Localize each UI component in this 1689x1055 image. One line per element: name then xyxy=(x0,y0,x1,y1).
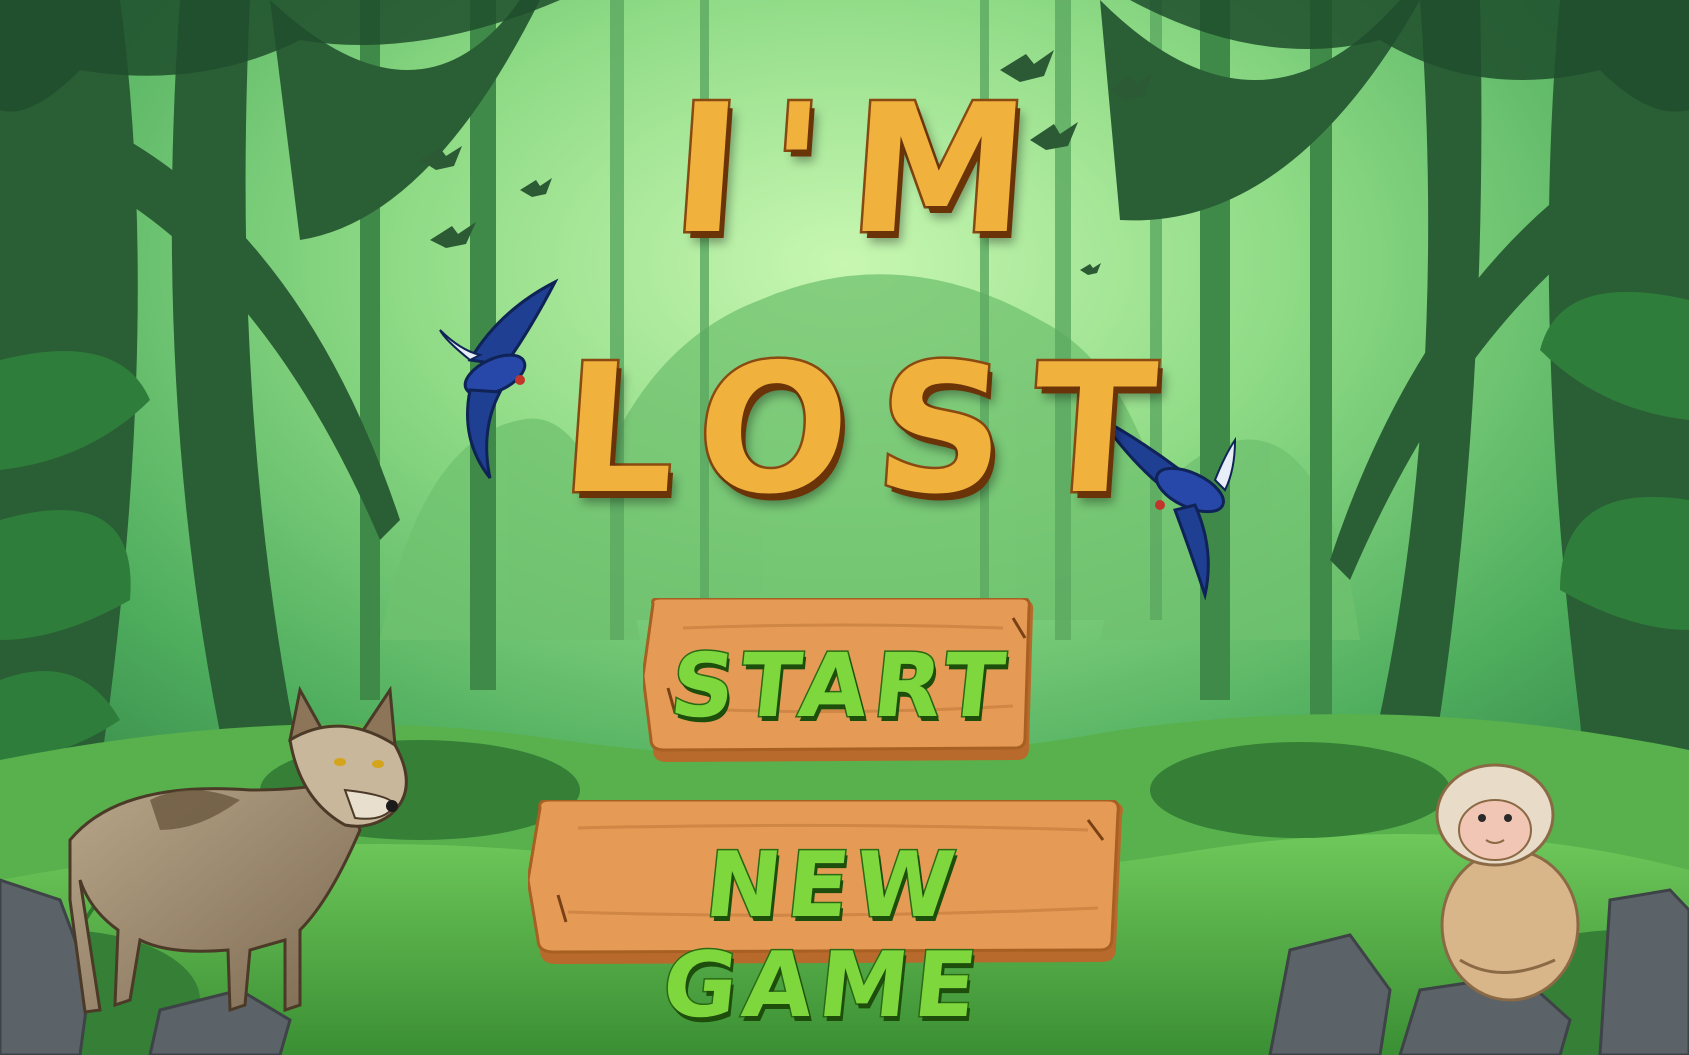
new-game-button[interactable]: NEW GAME xyxy=(528,800,1128,1040)
start-button[interactable]: START xyxy=(643,598,1038,765)
new-game-button-label: NEW GAME xyxy=(656,832,989,1040)
start-button-label: START xyxy=(664,633,1016,739)
game-main-menu: I'M LOST START NEW GAME xyxy=(0,0,1689,1055)
game-title-line-1: I'M xyxy=(664,64,1065,276)
game-title-line-2: LOST xyxy=(553,324,1192,536)
